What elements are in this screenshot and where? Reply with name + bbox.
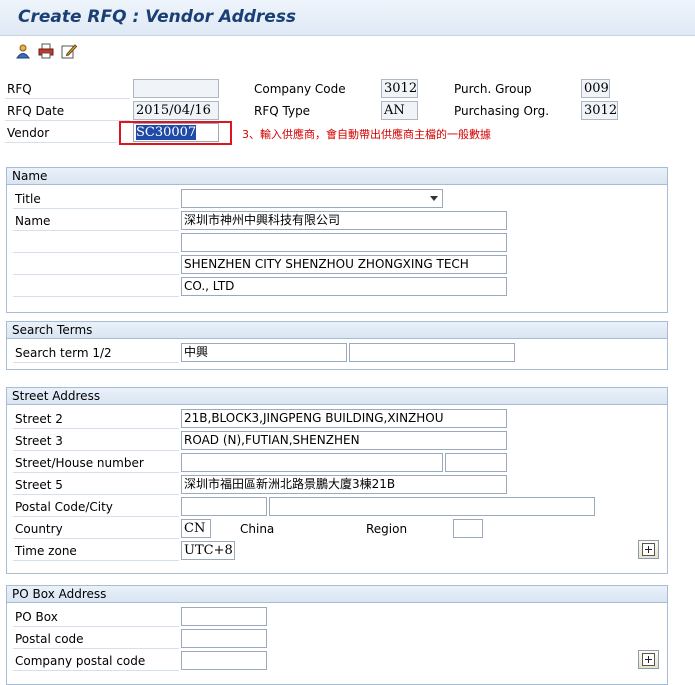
house-number-field[interactable]	[445, 453, 507, 472]
name4-field[interactable]: CO., LTD	[181, 277, 507, 296]
group-heading: Search Terms	[7, 322, 667, 339]
country-name: China	[240, 522, 275, 536]
divider	[5, 142, 117, 143]
rfq-type-field[interactable]: AN	[381, 101, 418, 120]
divider	[13, 472, 179, 473]
divider	[13, 274, 179, 275]
search-term1-field[interactable]: 中興	[181, 343, 347, 362]
po-postal-code-field[interactable]	[181, 629, 267, 648]
po-box-label: PO Box	[15, 610, 58, 624]
divider	[13, 252, 179, 253]
divider	[13, 296, 179, 297]
divider	[13, 670, 179, 671]
more-fields-button[interactable]	[638, 650, 659, 669]
more-fields-button[interactable]	[638, 540, 659, 559]
purch-group-label: Purch. Group	[454, 82, 532, 96]
vendor-field[interactable]: SC30007	[133, 123, 219, 142]
title-label: Title	[15, 192, 41, 206]
expand-icon	[642, 653, 655, 666]
company-code-field[interactable]: 3012	[381, 79, 418, 98]
street2-field[interactable]: 21B,BLOCK3,JINGPENG BUILDING,XINZHOU	[181, 409, 507, 428]
window-title: Create RFQ : Vendor Address	[18, 7, 297, 27]
divider	[13, 626, 179, 627]
company-code-label: Company Code	[254, 82, 346, 96]
country-label: Country	[15, 522, 63, 536]
divider	[13, 648, 179, 649]
expand-icon	[642, 543, 655, 556]
region-label: Region	[366, 522, 408, 536]
divider	[13, 538, 179, 539]
group-heading: PO Box Address	[7, 586, 667, 603]
rfq-label: RFQ	[7, 82, 32, 96]
annotation-note: 3、輸入供應商，會自動帶出供應商主檔的一般數據	[242, 128, 491, 141]
region-field[interactable]	[453, 519, 483, 538]
divider	[13, 208, 179, 209]
country-field[interactable]: CN	[181, 519, 211, 538]
divider	[5, 98, 130, 99]
vendor-label: Vendor	[7, 126, 50, 140]
po-box-field[interactable]	[181, 607, 267, 626]
rfq-type-label: RFQ Type	[254, 104, 311, 118]
company-postal-code-label: Company postal code	[15, 654, 146, 668]
postal-code-field[interactable]	[181, 497, 267, 516]
divider	[13, 230, 179, 231]
po-postal-code-label: Postal code	[15, 632, 84, 646]
person-icon[interactable]	[13, 41, 33, 61]
divider	[5, 120, 130, 121]
name2-field[interactable]	[181, 233, 507, 252]
vendor-value: SC30007	[136, 125, 197, 140]
company-postal-code-field[interactable]	[181, 651, 267, 670]
time-zone-field[interactable]: UTC+8	[181, 541, 235, 560]
application-toolbar	[0, 36, 695, 66]
rfq-field[interactable]	[133, 79, 219, 98]
divider	[13, 362, 179, 363]
rfq-date-label: RFQ Date	[7, 104, 65, 118]
street2-label: Street 2	[15, 412, 63, 426]
group-heading: Street Address	[7, 388, 667, 405]
street3-field[interactable]: ROAD (N),FUTIAN,SHENZHEN	[181, 431, 507, 450]
group-heading: Name	[7, 168, 667, 185]
name-label: Name	[15, 214, 51, 228]
title-dropdown[interactable]	[181, 189, 443, 208]
divider	[13, 428, 179, 429]
divider	[13, 494, 179, 495]
time-zone-label: Time zone	[15, 544, 77, 558]
search-term2-field[interactable]	[349, 343, 515, 362]
street5-label: Street 5	[15, 478, 63, 492]
purch-group-field[interactable]: 009	[581, 79, 610, 98]
chevron-down-icon[interactable]	[430, 196, 438, 201]
city-field[interactable]	[269, 497, 595, 516]
name3-field[interactable]: SHENZHEN CITY SHENZHOU ZHONGXING TECH	[181, 255, 507, 274]
divider	[13, 516, 179, 517]
divider	[13, 450, 179, 451]
street3-label: Street 3	[15, 434, 63, 448]
rfq-date-field[interactable]: 2015/04/16	[133, 101, 219, 120]
street-house-label: Street/House number	[15, 456, 144, 470]
street5-field[interactable]: 深圳市福田區新洲北路景鵬大廈3棟21B	[181, 475, 507, 494]
print-icon[interactable]	[36, 41, 56, 61]
purch-org-label: Purchasing Org.	[454, 104, 550, 118]
search-term-label: Search term 1/2	[15, 346, 112, 360]
divider	[13, 560, 179, 561]
edit-icon[interactable]	[59, 41, 79, 61]
street-field[interactable]	[181, 453, 443, 472]
purch-org-field[interactable]: 3012	[581, 101, 618, 120]
postal-city-label: Postal Code/City	[15, 500, 113, 514]
name1-field[interactable]: 深圳市神州中興科技有限公司	[181, 211, 507, 230]
